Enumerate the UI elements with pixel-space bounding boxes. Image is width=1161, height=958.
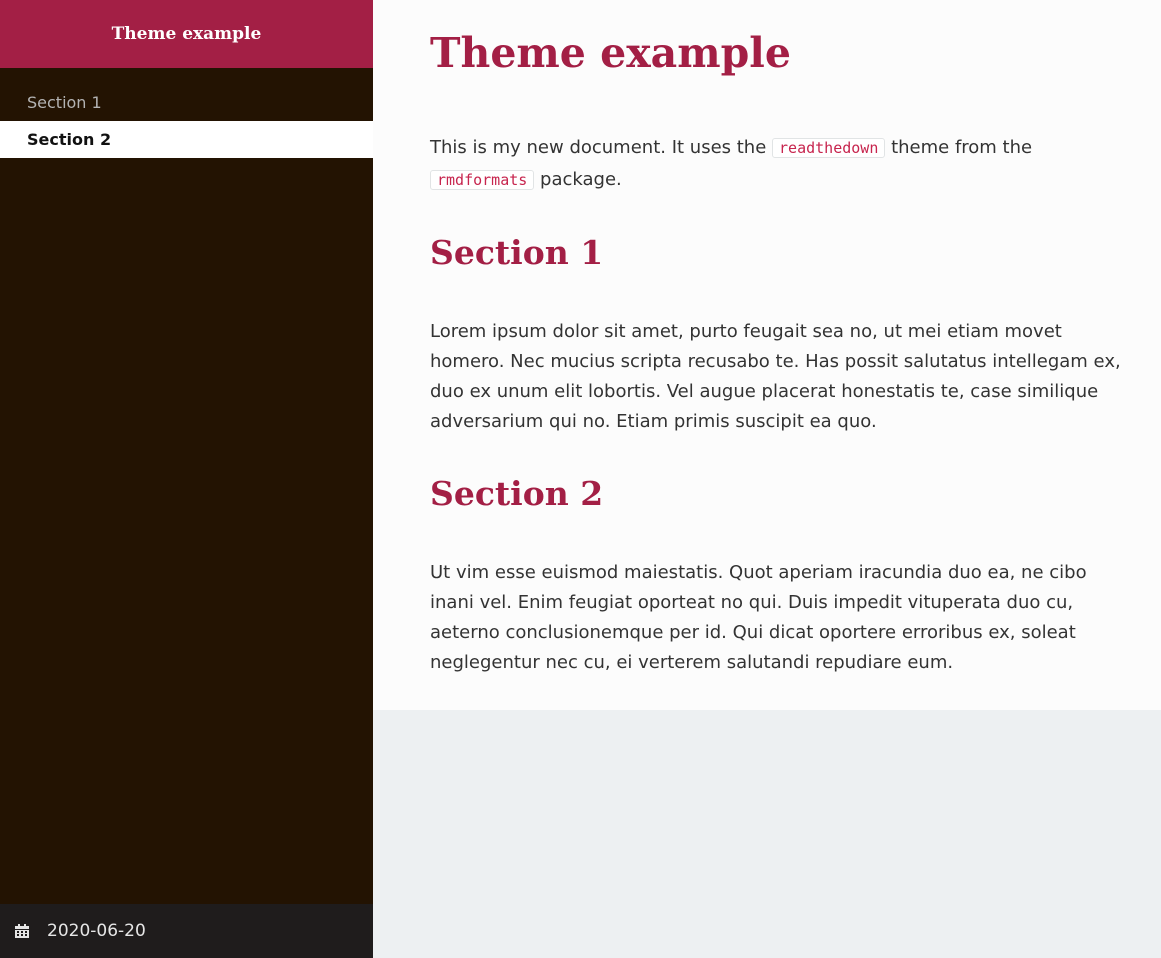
section-1-paragraph: Lorem ipsum dolor sit amet, purto feugai…: [430, 321, 1121, 432]
document-date: 2020-06-20: [47, 921, 146, 941]
sidebar-footer: 2020-06-20: [0, 904, 373, 958]
sidebar-title[interactable]: Theme example: [0, 0, 373, 68]
calendar-icon: [15, 924, 29, 938]
intro-text-2: theme from the: [885, 137, 1033, 158]
section-1-heading: Section 1: [430, 233, 604, 272]
section-2-paragraph: Ut vim esse euismod maiestatis. Quot ape…: [430, 562, 1087, 673]
inline-code-rmdformats: rmdformats: [430, 170, 535, 190]
page-title: Theme example: [430, 29, 791, 77]
inline-code-readthedown: readthedown: [772, 138, 886, 158]
section-2-heading: Section 2: [430, 474, 604, 513]
intro-paragraph: This is my new document. It uses the rea…: [430, 132, 1131, 196]
sidebar: Theme example Section 1 Section 2 2020-0…: [0, 0, 373, 958]
intro-text-1: This is my new document. It uses the: [430, 137, 773, 158]
main-content: Theme example This is my new document. I…: [373, 0, 1161, 710]
toc-item-section-2[interactable]: Section 2: [0, 121, 373, 158]
toc-item-section-1[interactable]: Section 1: [0, 84, 373, 121]
table-of-contents: Section 1 Section 2: [0, 68, 373, 158]
intro-text-3: package.: [534, 169, 622, 190]
